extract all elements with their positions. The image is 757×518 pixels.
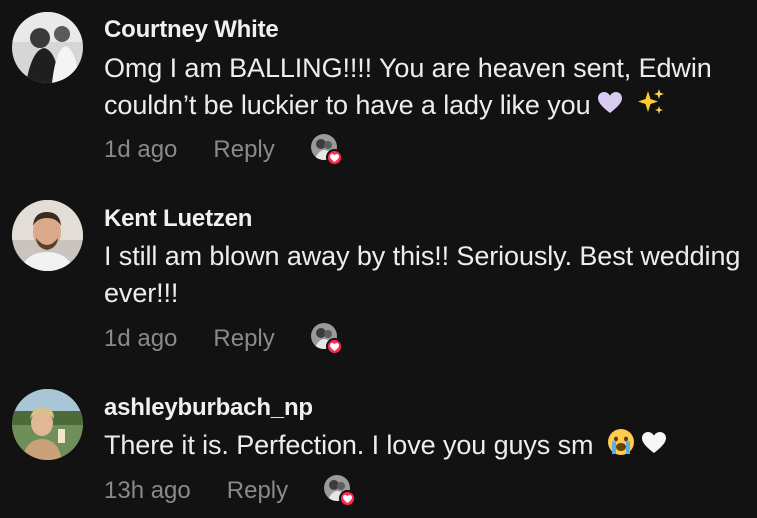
comment-time: 1d ago: [104, 136, 178, 163]
comment-text-content: I still am blown away by this!! Seriousl…: [104, 241, 741, 308]
comment-time: 1d ago: [104, 325, 178, 352]
avatar[interactable]: [12, 389, 83, 460]
comment-text: Omg I am BALLING!!!! You are heaven sent…: [104, 50, 754, 126]
comment-meta: 13h ago Reply: [104, 475, 357, 507]
reply-button[interactable]: Reply: [213, 325, 274, 353]
heart-icon: [339, 490, 357, 507]
heart-icon: [325, 149, 343, 166]
comment-meta: 1d ago Reply: [104, 323, 343, 355]
comment-username[interactable]: ashleyburbach_np: [104, 394, 313, 422]
reply-button[interactable]: Reply: [227, 477, 288, 505]
light-purple-heart-icon: [597, 88, 623, 125]
comment-text: There it is. Perfection. I love you guys…: [104, 427, 754, 466]
white-heart-icon: [641, 428, 667, 465]
comment-time: 13h ago: [104, 477, 191, 504]
comment-meta: 1d ago Reply: [104, 134, 343, 166]
comment-username[interactable]: Kent Luetzen: [104, 205, 252, 233]
comment-text: I still am blown away by this!! Seriousl…: [104, 238, 754, 312]
creator-liked-badge: [324, 475, 357, 507]
avatar[interactable]: [12, 12, 83, 83]
comment-username[interactable]: Courtney White: [104, 16, 279, 44]
comment-text-content: There it is. Perfection. I love you guys…: [104, 430, 594, 460]
sparkles-icon: [637, 88, 665, 126]
creator-liked-badge: [310, 134, 343, 166]
crying-face-icon: [607, 428, 635, 466]
creator-liked-badge: [310, 323, 343, 355]
heart-icon: [325, 338, 343, 355]
reply-button[interactable]: Reply: [213, 136, 274, 164]
avatar[interactable]: [12, 200, 83, 271]
